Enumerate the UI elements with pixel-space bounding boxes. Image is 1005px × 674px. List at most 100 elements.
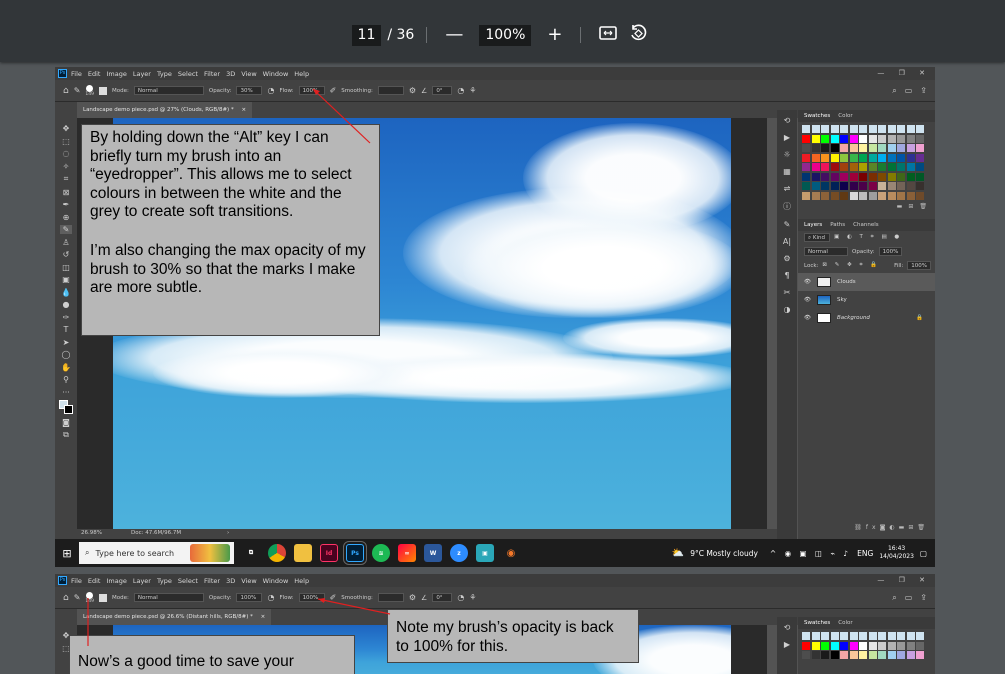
swatch[interactable] — [868, 134, 877, 143]
document-tab[interactable]: Landscape demo piece.psd @ 27% (Clouds, … — [77, 102, 253, 118]
swatch[interactable] — [887, 641, 896, 650]
swatch[interactable] — [859, 172, 867, 181]
swatch[interactable] — [802, 641, 810, 650]
weather-icon[interactable]: ⛅ — [672, 548, 684, 559]
color-wheel-icon[interactable]: ◑ — [784, 305, 791, 314]
swatch[interactable] — [840, 134, 848, 143]
flow-input[interactable]: 100% — [298, 593, 325, 602]
swatch[interactable] — [802, 153, 810, 162]
swatch[interactable] — [830, 125, 839, 133]
flow-input[interactable]: 100% — [298, 86, 325, 95]
swatch[interactable] — [897, 153, 905, 162]
swatch[interactable] — [849, 641, 858, 650]
home-icon[interactable]: ⌂ — [63, 86, 69, 96]
swatch[interactable] — [830, 172, 839, 181]
close-tab-icon[interactable]: × — [261, 614, 266, 620]
swatch[interactable] — [868, 182, 877, 190]
swatch[interactable] — [897, 632, 905, 640]
visibility-eye-icon[interactable]: 👁 — [804, 315, 811, 321]
brush-tool-icon[interactable]: ✎ — [74, 86, 81, 95]
swatch[interactable] — [802, 182, 810, 190]
swatch[interactable] — [916, 191, 924, 200]
swatch[interactable] — [868, 153, 877, 162]
tab-swatches[interactable]: Swatches — [804, 113, 830, 119]
blend-mode-select[interactable]: Normal — [804, 247, 848, 256]
swatch[interactable] — [859, 182, 867, 190]
swatch[interactable] — [840, 172, 848, 181]
swatch[interactable] — [878, 632, 886, 640]
language-indicator[interactable]: ENG — [857, 549, 873, 558]
swatch[interactable] — [916, 125, 924, 133]
tray-icons[interactable]: ^ ◉ ▣ ◫ ⌁ ♪ — [770, 549, 851, 558]
workspace-icon[interactable]: ▭ — [905, 86, 913, 96]
swatch[interactable] — [821, 163, 829, 171]
menu-help[interactable]: Help — [294, 577, 309, 585]
swatch[interactable] — [868, 191, 877, 200]
menu-view[interactable]: View — [241, 577, 256, 585]
airbrush-icon[interactable]: ✐ — [330, 593, 337, 602]
swatch[interactable] — [802, 144, 810, 152]
taskbar-search-box[interactable]: ⌕ Type here to search — [79, 542, 234, 564]
swatch[interactable] — [802, 134, 810, 143]
swatch[interactable] — [916, 172, 924, 181]
document-tab[interactable]: Landscape demo piece.psd @ 26.6% (Distan… — [77, 609, 272, 625]
info-icon[interactable]: ⓘ — [783, 201, 791, 212]
swatch[interactable] — [811, 641, 820, 650]
swatch[interactable] — [906, 144, 915, 152]
swatch[interactable] — [859, 641, 867, 650]
swatch[interactable] — [830, 191, 839, 200]
swatch[interactable] — [849, 125, 858, 133]
swatch[interactable] — [802, 163, 810, 171]
visibility-eye-icon[interactable]: 👁 — [804, 279, 811, 285]
swatch[interactable] — [868, 163, 877, 171]
swatch[interactable] — [897, 182, 905, 190]
tab-paths[interactable]: Paths — [830, 222, 845, 228]
folder-icon[interactable]: ▬ — [897, 203, 903, 217]
swatch[interactable] — [830, 144, 839, 152]
photoshop-taskbar-icon[interactable]: Ps — [343, 541, 367, 565]
swatch[interactable] — [887, 125, 896, 133]
swatch[interactable] — [811, 163, 820, 171]
swatch[interactable] — [859, 632, 867, 640]
brush-preset-picker[interactable]: 149 — [85, 591, 94, 604]
brush-settings-icon[interactable] — [99, 593, 108, 602]
swatch[interactable] — [897, 641, 905, 650]
zoom-in-button[interactable]: + — [541, 25, 568, 45]
fill-input[interactable]: 100% — [907, 261, 931, 270]
clock[interactable]: 16:43 14/04/2023 — [879, 545, 914, 561]
swatch[interactable] — [859, 191, 867, 200]
clone-stamp-tool-icon[interactable]: ♙ — [62, 238, 69, 247]
swatch[interactable] — [897, 144, 905, 152]
character-icon[interactable]: A| — [783, 237, 791, 246]
shape-tool-icon[interactable]: ◯ — [62, 350, 71, 359]
menu-layer[interactable]: Layer — [133, 70, 151, 78]
mask-icon[interactable]: ◙ — [880, 524, 890, 531]
angle-input[interactable]: 0° — [432, 86, 453, 95]
menu-file[interactable]: File — [71, 577, 82, 585]
file-explorer-icon[interactable] — [294, 544, 312, 562]
swatch[interactable] — [887, 134, 896, 143]
marquee-tool-icon[interactable]: ⬚ — [62, 137, 70, 146]
swatch[interactable] — [906, 163, 915, 171]
swatch[interactable] — [821, 172, 829, 181]
window-controls-icon[interactable]: — ❐ ✕ — [877, 576, 931, 584]
menu-image[interactable]: Image — [106, 577, 126, 585]
tab-color[interactable]: Color — [838, 620, 852, 626]
swatch[interactable] — [906, 125, 915, 133]
swatch[interactable] — [906, 153, 915, 162]
swatch[interactable] — [802, 651, 810, 659]
windows-start-icon[interactable]: ⊞ — [55, 547, 79, 560]
swatch[interactable] — [878, 191, 886, 200]
menu-edit[interactable]: Edit — [88, 70, 101, 78]
swatch[interactable] — [830, 163, 839, 171]
pen-tool-icon[interactable]: ✑ — [63, 313, 70, 322]
swatch[interactable] — [878, 125, 886, 133]
swatch[interactable] — [897, 125, 905, 133]
crop-tool-icon[interactable]: ⌗ — [64, 174, 69, 184]
zoom-app-icon[interactable]: z — [450, 544, 468, 562]
indesign-icon[interactable]: Id — [320, 544, 338, 562]
swatch[interactable] — [906, 191, 915, 200]
opacity-input[interactable]: 100% — [236, 593, 263, 602]
menu-window[interactable]: Window — [263, 577, 289, 585]
swatch[interactable] — [849, 153, 858, 162]
